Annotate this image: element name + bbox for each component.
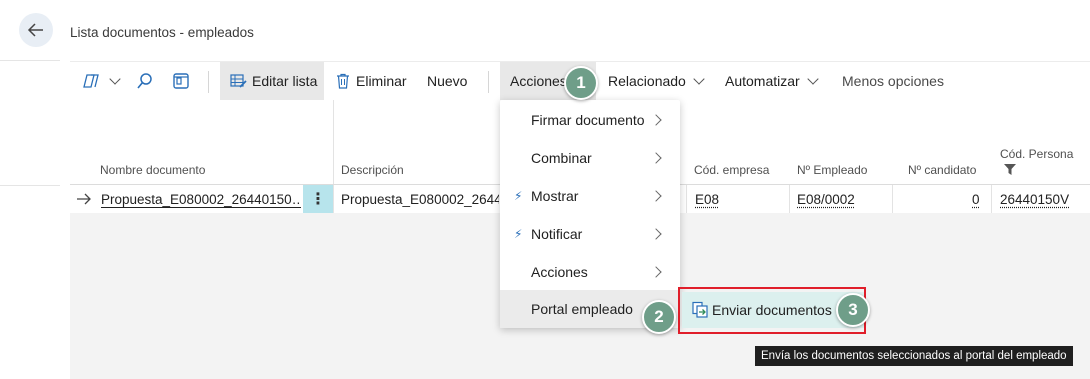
arrow-left-icon <box>27 23 43 37</box>
related-menu-button[interactable]: Relacionado <box>608 62 705 100</box>
chevron-right-icon <box>650 266 662 278</box>
divider <box>0 60 60 61</box>
column-header-description[interactable]: Descripción <box>341 163 404 177</box>
menu-item-actions[interactable]: Acciones <box>500 253 680 291</box>
column-divider <box>333 185 334 213</box>
edit-list-label: Editar lista <box>252 73 318 89</box>
step-badge-2: 2 <box>642 300 676 334</box>
analysis-icon <box>83 74 99 88</box>
menu-item-notify[interactable]: ⚡ Notificar <box>500 215 680 253</box>
chevron-right-icon <box>650 114 662 126</box>
tooltip: Envía los documentos seleccionados al po… <box>755 346 1073 366</box>
filter-pane-icon <box>173 73 189 89</box>
back-button[interactable] <box>19 13 53 47</box>
edit-list-button[interactable]: Editar lista <box>220 62 324 100</box>
column-header-name[interactable]: Nombre documento <box>100 163 205 177</box>
less-options-button[interactable]: Menos opciones <box>842 62 944 100</box>
toolbar-separator <box>208 71 209 93</box>
automate-menu-button[interactable]: Automatizar <box>725 62 819 100</box>
new-label: Nuevo <box>427 73 468 89</box>
column-header-employee[interactable]: Nº Empleado <box>797 163 867 177</box>
chevron-down-icon <box>807 72 819 85</box>
trash-icon <box>337 73 349 89</box>
chevron-right-icon <box>650 228 662 240</box>
delete-label: Eliminar <box>356 73 407 89</box>
new-button[interactable]: Nuevo <box>427 62 467 100</box>
column-header-person[interactable]: Cód. Persona <box>1000 147 1073 161</box>
cell-person-link[interactable]: 26440150V <box>1000 185 1069 213</box>
analysis-mode-button[interactable] <box>82 62 121 100</box>
column-divider <box>789 185 790 213</box>
column-header-candidate[interactable]: Nº candidato <box>908 163 976 177</box>
cell-name-link[interactable]: Propuesta_E080002_26440150… <box>101 185 301 213</box>
menu-item-sign-document[interactable]: Firmar documento <box>500 101 680 139</box>
filter-icon <box>1004 164 1016 175</box>
chevron-down-icon <box>693 72 705 85</box>
row-more-options-button[interactable]: ⋮ <box>303 185 333 213</box>
chevron-right-icon <box>650 190 662 202</box>
automate-label: Automatizar <box>725 73 800 89</box>
actions-label: Acciones <box>510 73 567 89</box>
edit-list-icon <box>230 74 247 88</box>
column-divider <box>686 185 687 213</box>
menu-item-show[interactable]: ⚡ Mostrar <box>500 177 680 215</box>
step-badge-3: 3 <box>836 293 870 327</box>
cell-employee-link[interactable]: E08/0002 <box>797 185 855 213</box>
related-label: Relacionado <box>608 73 686 89</box>
toolbar-separator <box>488 71 489 93</box>
delete-button[interactable]: Eliminar <box>336 62 407 100</box>
cell-description[interactable]: Propuesta_E080002_26440 <box>341 185 499 213</box>
row-selector-arrow-icon[interactable] <box>76 192 92 206</box>
chevron-down-icon <box>109 72 121 85</box>
search-icon <box>137 73 152 89</box>
divider <box>0 185 60 186</box>
less-options-label: Menos opciones <box>842 73 944 89</box>
actions-dropdown-menu: Firmar documento Combinar ⚡ Mostrar ⚡ No… <box>500 100 680 328</box>
chevron-right-icon <box>650 152 662 164</box>
page-title: Lista documentos - empleados <box>70 25 254 40</box>
filter-pane-button[interactable] <box>172 62 190 100</box>
lightning-icon: ⚡ <box>514 189 523 203</box>
cell-company-link[interactable]: E08 <box>695 185 719 213</box>
lightning-icon: ⚡ <box>514 227 523 241</box>
cell-candidate-link[interactable]: 0 <box>972 185 980 213</box>
column-header-company[interactable]: Cód. empresa <box>694 163 769 177</box>
step-badge-1: 1 <box>564 66 598 100</box>
search-button[interactable] <box>136 62 154 100</box>
menu-item-combine[interactable]: Combinar <box>500 139 680 177</box>
column-divider <box>991 185 992 213</box>
column-divider <box>892 185 893 213</box>
